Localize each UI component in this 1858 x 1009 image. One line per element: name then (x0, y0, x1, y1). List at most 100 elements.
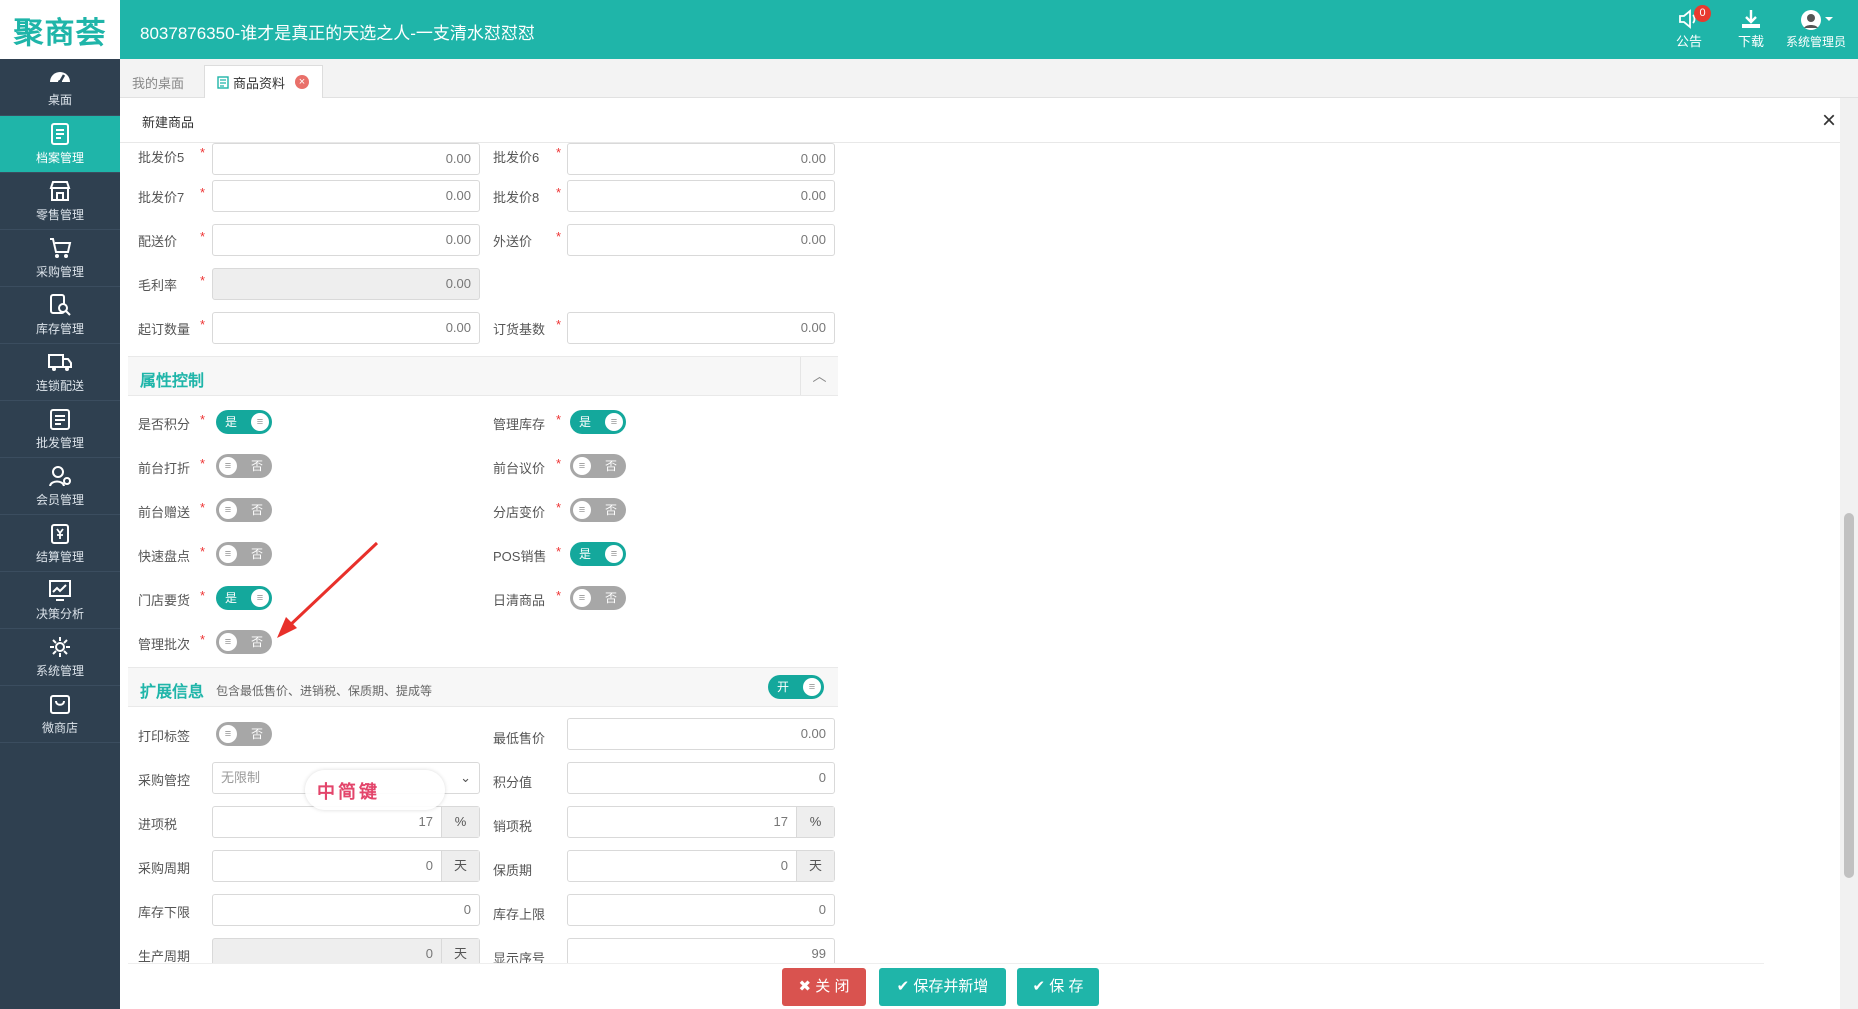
toggle-knob-icon: ≡ (573, 501, 591, 519)
sidebar: 桌面 档案管理 零售管理 采购管理 库存管理 连锁配送 批发管理 会员管理 结算… (0, 59, 120, 1009)
sidebar-item-label: 系统管理 (35, 664, 84, 678)
sidebar-item-purchase[interactable]: 采购管理 (0, 230, 120, 287)
toggle-label: 日清商品 (493, 593, 546, 608)
watermark-text: 中简键 (317, 782, 380, 802)
dialog-close-icon[interactable]: × (1822, 107, 1836, 135)
extended-section-header: 扩展信息 包含最低售价、进销税、保质期、提成等 开 ≡ (128, 667, 838, 707)
toggle-label: 快速盘点 (138, 549, 191, 564)
batch-manage-toggle[interactable]: ≡ 否 (216, 630, 272, 654)
scrollbar-thumb[interactable] (1844, 513, 1854, 878)
toggle-knob-icon: ≡ (219, 545, 237, 563)
manage-stock-toggle[interactable]: 是 ≡ (570, 410, 626, 434)
toggle-state: 否 (250, 727, 263, 741)
archive-icon (51, 123, 69, 145)
points-toggle[interactable]: 是 ≡ (216, 410, 272, 434)
wholesale8-label: 批发价8 (493, 190, 540, 205)
print-label-toggle[interactable]: ≡ 否 (216, 722, 272, 746)
tab-product[interactable]: 商品资料 × (204, 65, 323, 99)
sidebar-item-desktop[interactable]: 桌面 (0, 59, 120, 116)
sidebar-item-label: 微商店 (41, 721, 78, 735)
delivery-price-label: 配送价 (138, 234, 178, 249)
sidebar-item-label: 会员管理 (35, 493, 84, 507)
stock-min-input[interactable]: 0 (212, 894, 480, 926)
external-price-input[interactable]: 0.00 (567, 224, 835, 256)
sidebar-item-microstore[interactable]: 微商店 (0, 686, 120, 743)
close-button[interactable]: ✖ 关 闭 (782, 968, 866, 1006)
required-mark: * (200, 456, 206, 471)
required-mark: * (200, 588, 206, 603)
front-gift-toggle[interactable]: ≡ 否 (216, 498, 272, 522)
brand-logo[interactable]: 聚商荟 (0, 0, 120, 59)
extended-info-toggle[interactable]: 开 ≡ (768, 675, 824, 699)
save-button[interactable]: ✔ 保 存 (1017, 968, 1099, 1006)
sidebar-item-inventory[interactable]: 库存管理 (0, 287, 120, 344)
tab-bar: 我的桌面 商品资料 × (120, 59, 1858, 99)
notice-label: 公告 (1675, 34, 1702, 49)
pos-sale-toggle[interactable]: 是 ≡ (570, 542, 626, 566)
section-title: 属性控制 (140, 373, 205, 390)
branch-price-toggle[interactable]: ≡ 否 (570, 498, 626, 522)
download-icon (1742, 10, 1760, 28)
sidebar-item-system[interactable]: 系统管理 (0, 629, 120, 686)
notice-count-badge: 0 (1694, 5, 1711, 22)
download-button[interactable]: 下载 (1720, 0, 1782, 59)
sidebar-item-settlement[interactable]: 结算管理 (0, 515, 120, 572)
display-order-input[interactable]: 99 (567, 938, 835, 963)
input-tax-input[interactable]: 17 % (212, 806, 480, 838)
chart-icon (49, 580, 71, 601)
sidebar-item-member[interactable]: 会员管理 (0, 458, 120, 515)
wholesale6-input[interactable]: 0.00 (567, 143, 835, 175)
min-price-input[interactable]: 0.00 (567, 718, 835, 750)
tab-label: 商品资料 (233, 75, 286, 91)
chevron-up-icon[interactable]: ︿ (800, 357, 838, 395)
wholesale8-input[interactable]: 0.00 (567, 180, 835, 212)
dashboard-icon (50, 72, 70, 84)
tab-desktop[interactable]: 我的桌面 (120, 65, 202, 99)
sidebar-item-analysis[interactable]: 决策分析 (0, 572, 120, 629)
delivery-price-input[interactable]: 0.00 (212, 224, 480, 256)
quick-count-toggle[interactable]: ≡ 否 (216, 542, 272, 566)
inventory-icon (50, 294, 71, 316)
sidebar-item-label: 连锁配送 (35, 379, 84, 393)
daily-clear-toggle[interactable]: ≡ 否 (570, 586, 626, 610)
toggle-label: 前台打折 (138, 461, 191, 476)
wholesale5-input[interactable]: 0.00 (212, 143, 480, 175)
toggle-label: 管理库存 (493, 417, 546, 432)
notice-button[interactable]: 0 公告 (1658, 0, 1720, 59)
store-requisition-toggle[interactable]: 是 ≡ (216, 586, 272, 610)
min-order-input[interactable]: 0.00 (212, 312, 480, 344)
required-mark: * (556, 544, 562, 559)
toggle-label: 管理批次 (138, 637, 191, 652)
save-and-new-button[interactable]: ✔ 保存并新增 (879, 968, 1006, 1006)
chevron-down-icon: ⌄ (460, 770, 471, 785)
shelf-life-input[interactable]: 0 天 (567, 850, 835, 882)
attributes-section-header: 属性控制 ︿ (128, 356, 838, 396)
front-discount-toggle[interactable]: ≡ 否 (216, 454, 272, 478)
sidebar-item-archive[interactable]: 档案管理 (0, 116, 120, 173)
points-value-input[interactable]: 0 (567, 762, 835, 794)
production-cycle-value: 0 (425, 946, 433, 961)
sidebar-item-wholesale[interactable]: 批发管理 (0, 401, 120, 458)
gear-icon (50, 637, 70, 657)
sidebar-item-retail[interactable]: 零售管理 (0, 173, 120, 230)
page-scrollbar[interactable] (1840, 98, 1858, 1009)
close-tab-icon[interactable]: × (295, 75, 310, 89)
purchase-cycle-value: 0 (425, 858, 433, 873)
output-tax-input[interactable]: 17 % (567, 806, 835, 838)
required-mark: * (200, 229, 206, 244)
wholesale7-input[interactable]: 0.00 (212, 180, 480, 212)
user-menu[interactable]: 系统管理员 (1782, 0, 1850, 59)
sidebar-item-distribution[interactable]: 连锁配送 (0, 344, 120, 401)
required-mark: * (200, 500, 206, 515)
toggle-label: 是否积分 (138, 417, 191, 432)
toggle-state: 是 (579, 547, 592, 561)
toggle-label: 门店要货 (138, 593, 191, 608)
section-title: 扩展信息 (140, 684, 205, 701)
toggle-state: 否 (250, 503, 263, 517)
dialog-header: 新建商品 × (120, 98, 1858, 143)
order-base-input[interactable]: 0.00 (567, 312, 835, 344)
truck-icon (48, 354, 72, 371)
front-bargain-toggle[interactable]: ≡ 否 (570, 454, 626, 478)
stock-max-input[interactable]: 0 (567, 894, 835, 926)
purchase-cycle-input[interactable]: 0 天 (212, 850, 480, 882)
